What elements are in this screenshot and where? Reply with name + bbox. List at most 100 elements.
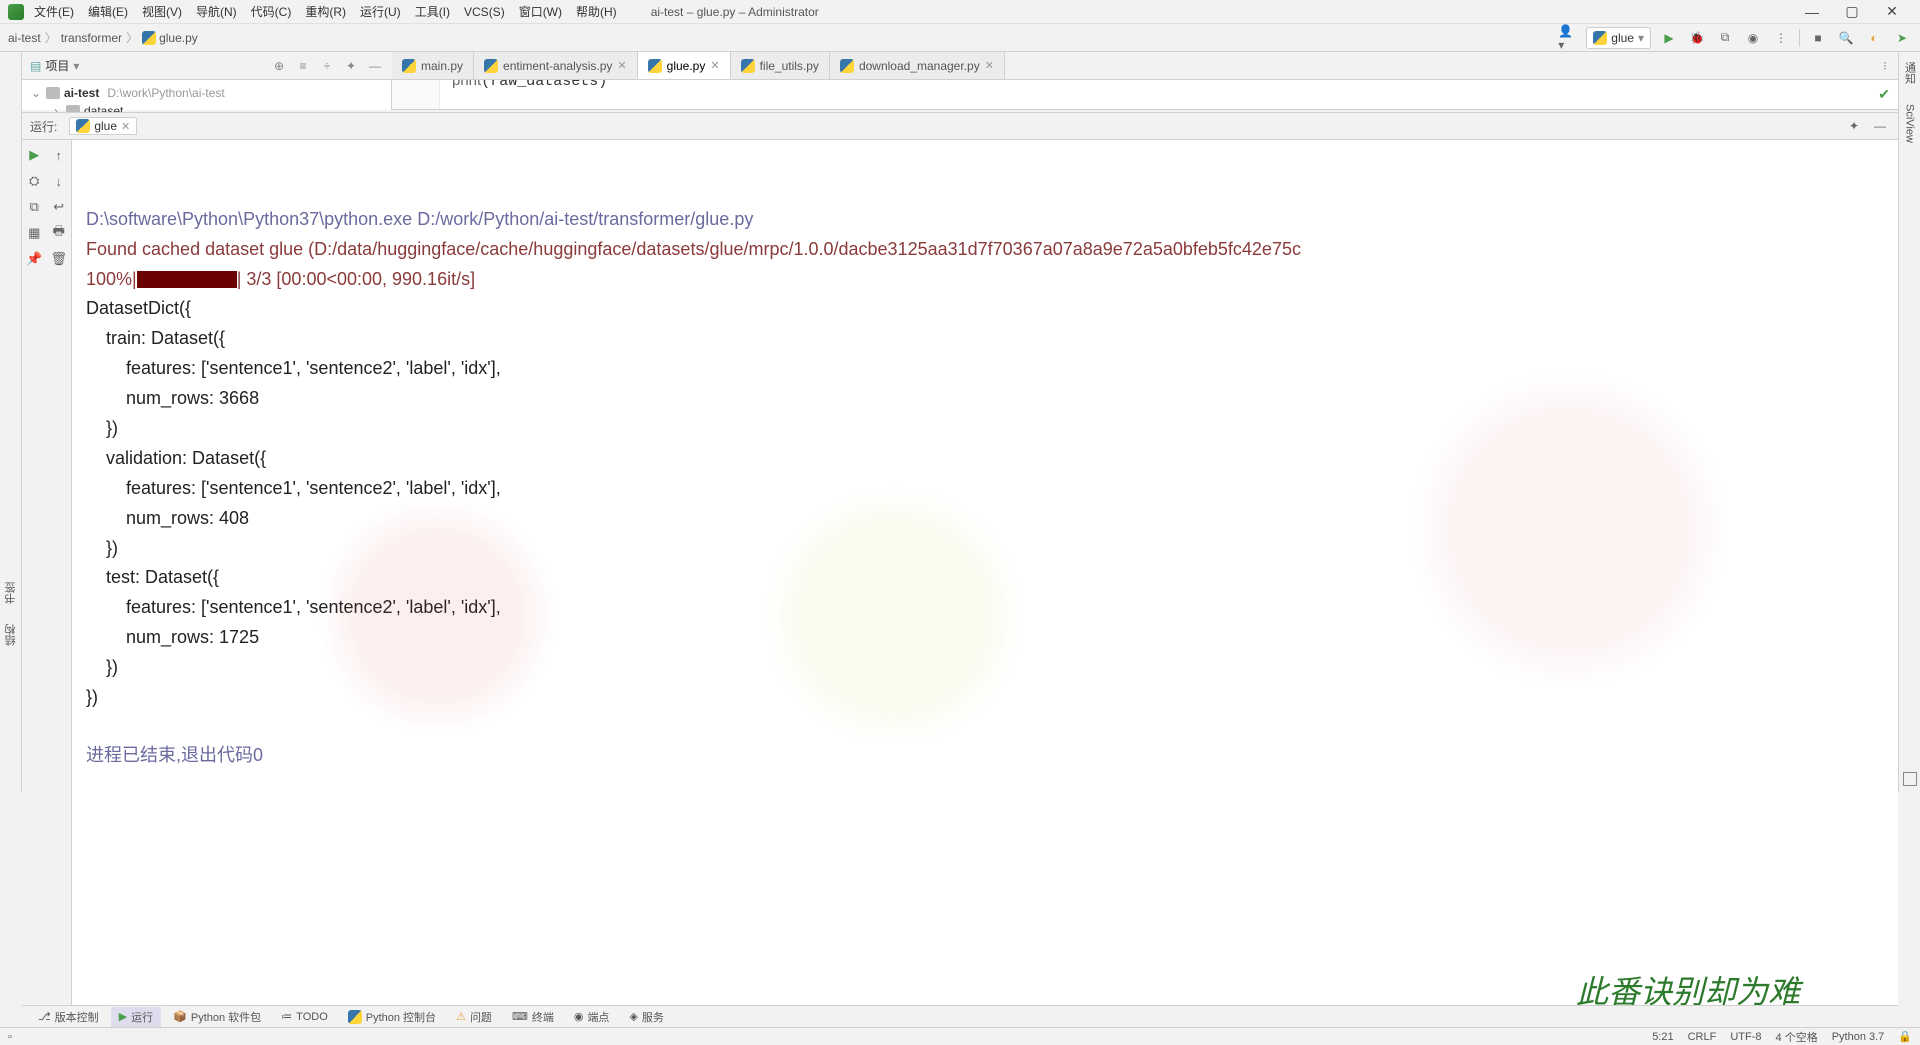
tree-root[interactable]: ⌄ ai-test D:\work\Python\ai-test [22, 84, 391, 102]
menu-tools[interactable]: 工具(I) [415, 3, 450, 20]
tab-label: download_manager.py [859, 59, 980, 73]
pin-icon[interactable]: ▦ [25, 224, 43, 242]
toolwindow-icon[interactable]: ▫ [8, 1031, 28, 1043]
tab-fileutils[interactable]: file_utils.py [731, 52, 830, 79]
up-icon[interactable]: ↑ [50, 146, 68, 164]
wrap-icon[interactable]: ↩ [50, 198, 68, 216]
python-file-icon [142, 31, 156, 45]
line-separator[interactable]: CRLF [1688, 1031, 1717, 1043]
run-tab[interactable]: glue ✕ [69, 117, 137, 135]
todo-icon: ≔ [281, 1010, 292, 1023]
rerun-button[interactable]: ▶ [25, 146, 43, 164]
python-file-icon [76, 119, 90, 133]
stop-button[interactable]: ■ [1808, 28, 1828, 48]
menu-code[interactable]: 代码(C) [251, 3, 292, 20]
print-icon[interactable]: 🖶 [50, 224, 68, 242]
pin-icon[interactable]: 📌 [25, 250, 43, 268]
branch-icon: ⎇ [38, 1010, 51, 1023]
console-line: test: Dataset({ [86, 567, 219, 587]
expand-icon[interactable]: ≡ [294, 57, 312, 75]
crumb-root[interactable]: ai-test [8, 31, 41, 45]
menu-navigate[interactable]: 导航(N) [196, 3, 237, 20]
python-file-icon [741, 59, 755, 73]
caret-position[interactable]: 5:21 [1652, 1031, 1673, 1043]
menu-help[interactable]: 帮助(H) [576, 3, 617, 20]
sync-icon[interactable]: ◐ [1864, 28, 1884, 48]
chevron-down-icon[interactable]: ▾ [73, 59, 79, 73]
down-icon[interactable]: ↓ [50, 172, 68, 190]
console-progress-prefix: 100%| [86, 269, 137, 289]
indent-info[interactable]: 4 个空格 [1776, 1029, 1818, 1045]
layout-icon[interactable]: ⧉ [25, 198, 43, 216]
bottom-run[interactable]: ▶运行 [111, 1007, 161, 1027]
run-button[interactable]: ▶ [1659, 28, 1679, 48]
settings-icon[interactable]: ✦ [1844, 116, 1864, 136]
bottom-vcs[interactable]: ⎇版本控制 [30, 1007, 107, 1027]
file-encoding[interactable]: UTF-8 [1730, 1031, 1761, 1043]
bottom-packages[interactable]: 📦Python 软件包 [165, 1007, 269, 1027]
hide-icon[interactable]: — [366, 57, 384, 75]
breadcrumb[interactable]: ai-test 〉 transformer 〉 glue.py [8, 29, 198, 46]
hide-icon[interactable]: — [1870, 116, 1890, 136]
search-icon[interactable]: 🔍 [1836, 28, 1856, 48]
bottom-terminal[interactable]: ⌨终端 [504, 1007, 562, 1027]
profile-icon[interactable]: ◉ [1743, 28, 1763, 48]
tab-entiment[interactable]: entiment-analysis.py ✕ [474, 52, 638, 79]
close-button[interactable]: ✕ [1872, 0, 1912, 24]
close-icon[interactable]: ✕ [617, 59, 626, 72]
close-icon[interactable]: ✕ [985, 59, 994, 72]
bookmarks-tab[interactable]: 书签 [0, 572, 22, 614]
stop-button[interactable]: ⛭ [25, 172, 43, 190]
maximize-button[interactable]: ▢ [1832, 0, 1872, 24]
notifications-tab[interactable]: 通知 [1899, 52, 1920, 94]
settings-icon[interactable]: ✦ [342, 57, 360, 75]
editor-area[interactable]: print(raw_datasets) ✔ [392, 80, 1898, 110]
editor-code-peek: print(raw_datasets) [452, 80, 607, 90]
trash-icon[interactable]: 🗑 [50, 250, 68, 268]
console-output[interactable]: D:\software\Python\Python37\python.exe D… [72, 140, 1898, 1005]
collapse-icon[interactable]: ÷ [318, 57, 336, 75]
bottom-services[interactable]: ◈服务 [621, 1007, 671, 1027]
expander-icon[interactable]: ⌄ [30, 86, 42, 100]
project-panel-title[interactable]: 项目 [45, 57, 69, 74]
coverage-icon[interactable]: ⧉ [1715, 28, 1735, 48]
debug-button[interactable]: 🐞 [1687, 28, 1707, 48]
structure-tab[interactable]: 结构 [0, 614, 22, 656]
bottom-problems[interactable]: ⚠问题 [448, 1007, 500, 1027]
db-icon[interactable] [1903, 772, 1917, 786]
tab-download[interactable]: download_manager.py ✕ [830, 52, 1005, 79]
menu-window[interactable]: 窗口(W) [519, 3, 562, 20]
run-config-selector[interactable]: glue ▾ [1586, 27, 1651, 49]
menu-run[interactable]: 运行(U) [360, 3, 401, 20]
crumb-file[interactable]: glue.py [159, 31, 198, 45]
menu-view[interactable]: 视图(V) [142, 3, 182, 20]
menu-refactor[interactable]: 重构(R) [305, 3, 346, 20]
project-panel-header: ▤ 项目 ▾ ⊕ ≡ ÷ ✦ — [22, 52, 392, 80]
menu-file[interactable]: 文件(E) [34, 3, 74, 20]
tab-label: entiment-analysis.py [503, 59, 612, 73]
interpreter-info[interactable]: Python 3.7 [1832, 1031, 1885, 1043]
bottom-todo[interactable]: ≔TODO [273, 1008, 336, 1025]
more-icon[interactable]: ⋮ [1771, 28, 1791, 48]
python-icon [348, 1010, 362, 1024]
locate-icon[interactable]: ⊕ [270, 57, 288, 75]
menu-vcs[interactable]: VCS(S) [464, 5, 505, 19]
tab-glue[interactable]: glue.py✕ [638, 52, 731, 79]
close-icon[interactable]: ✕ [710, 59, 719, 72]
sciview-tab[interactable]: SciView [1901, 94, 1919, 153]
user-icon[interactable]: 👤▾ [1558, 28, 1578, 48]
crumb-folder[interactable]: transformer [61, 31, 122, 45]
tab-main[interactable]: main.py [392, 52, 474, 79]
bottom-endpoints[interactable]: ◉端点 [566, 1007, 618, 1027]
package-icon: 📦 [173, 1010, 187, 1023]
tab-list-icon[interactable]: ⁝ [1872, 52, 1898, 79]
menu-edit[interactable]: 编辑(E) [88, 3, 128, 20]
minimize-button[interactable]: — [1792, 0, 1832, 24]
inspection-ok-icon[interactable]: ✔ [1878, 86, 1890, 103]
lock-icon[interactable]: 🔒 [1898, 1030, 1912, 1043]
close-icon[interactable]: ✕ [121, 120, 130, 133]
project-tree[interactable]: ⌄ ai-test D:\work\Python\ai-test › datas… [22, 80, 392, 110]
console-line: num_rows: 408 [86, 508, 249, 528]
bottom-pyconsole[interactable]: Python 控制台 [340, 1007, 444, 1027]
arrow-right-icon[interactable]: ➤ [1892, 28, 1912, 48]
